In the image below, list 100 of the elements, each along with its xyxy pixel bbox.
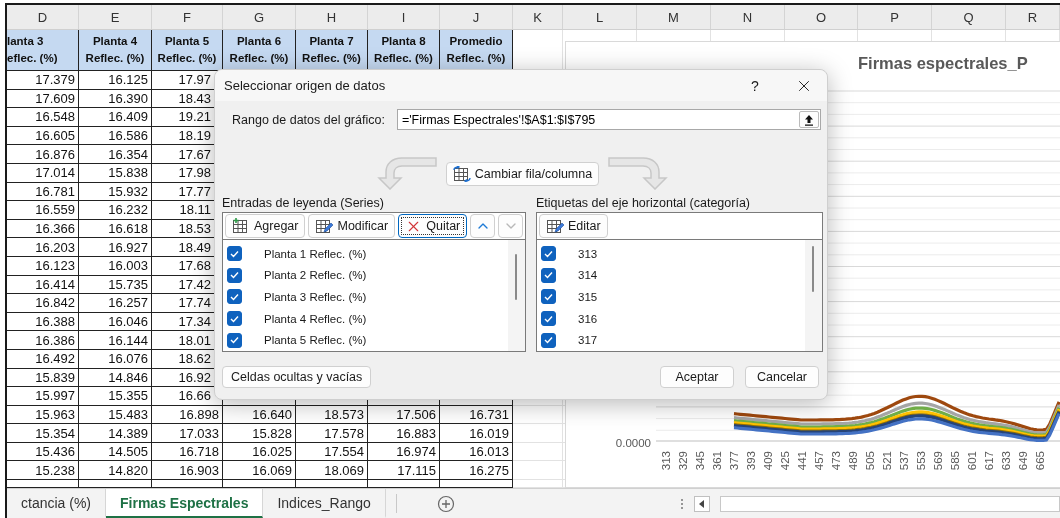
table-cell: 17.506 xyxy=(368,405,440,425)
column-header[interactable]: R xyxy=(1006,5,1060,29)
column-header[interactable]: F xyxy=(152,5,223,29)
horizontal-scrollbar[interactable] xyxy=(720,495,1060,512)
column-header[interactable]: O xyxy=(785,5,858,29)
empty-cell xyxy=(513,424,563,443)
checkbox[interactable] xyxy=(227,289,242,305)
checkbox[interactable] xyxy=(541,332,556,348)
empty-cell xyxy=(513,405,563,425)
list-item-label[interactable]: 317 xyxy=(578,334,598,347)
table-cell: 16.275 xyxy=(440,461,513,481)
range-field[interactable]: ='Firmas Espectrales'!$A$1:$I$795 xyxy=(396,109,821,130)
header-text: lanta 3 xyxy=(7,34,44,49)
hidden-cells-button[interactable]: Celdas ocultas y vacías xyxy=(222,366,372,388)
toolbar-button[interactable]: Modificar xyxy=(308,214,396,238)
table-cell: 16.123 xyxy=(7,256,79,276)
header-text: Promedio xyxy=(449,34,503,49)
toolbar-button[interactable]: Agregar xyxy=(225,214,306,238)
checkbox[interactable] xyxy=(541,267,556,283)
table-cell: 15.839 xyxy=(7,368,79,388)
sheet-tab[interactable]: Firmas Espectrales xyxy=(106,489,264,518)
table-cell: 16.203 xyxy=(7,238,79,257)
column-header[interactable]: L xyxy=(563,5,637,29)
grip-icon[interactable] xyxy=(680,497,684,510)
table-cell: 15.838 xyxy=(79,163,152,183)
axis-label: 409 xyxy=(762,451,774,471)
scrollbar[interactable] xyxy=(508,240,525,351)
column-header[interactable]: E xyxy=(79,5,152,29)
scrollbar[interactable] xyxy=(805,240,822,351)
checkmark-icon xyxy=(230,336,239,345)
table-cell: 16.883 xyxy=(368,424,440,443)
list-item-label[interactable]: 315 xyxy=(578,291,598,303)
ok-button[interactable]: Aceptar xyxy=(660,366,734,388)
column-header[interactable]: I xyxy=(368,5,440,29)
column-header[interactable]: D xyxy=(7,5,79,29)
list-item-label[interactable]: Planta 4 Reflec. (%) xyxy=(264,312,367,325)
header-text: Planta 5 xyxy=(164,34,210,49)
table-cell: 16.640 xyxy=(223,405,296,425)
table-cell: 16.876 xyxy=(7,145,79,164)
column-header[interactable]: Q xyxy=(932,5,1006,29)
column-header[interactable]: P xyxy=(858,5,932,29)
table-cell: 14.846 xyxy=(79,368,152,388)
table-cell: 17.033 xyxy=(152,424,223,443)
list-item-label[interactable]: 316 xyxy=(578,312,598,325)
table-cell: 16.046 xyxy=(79,312,152,332)
table-cell: 17.115 xyxy=(368,461,440,481)
axis-label: 329 xyxy=(677,451,689,471)
table-cell: 16.354 xyxy=(79,145,152,164)
table-cell: 16.076 xyxy=(79,349,152,369)
list-item-label[interactable]: 313 xyxy=(578,247,598,260)
cancel-button[interactable]: Cancelar xyxy=(745,366,819,388)
axis-label: 537 xyxy=(898,451,910,471)
checkmark-icon xyxy=(230,249,239,258)
axis-label: 633 xyxy=(1000,451,1012,471)
checkbox[interactable] xyxy=(227,311,242,327)
column-header[interactable]: N xyxy=(711,5,785,29)
checkbox[interactable] xyxy=(541,289,556,305)
list-item-label[interactable]: 314 xyxy=(578,269,598,282)
checkmark-icon xyxy=(544,293,553,301)
axis-label: 441 xyxy=(796,451,808,471)
table-cell: 17.014 xyxy=(7,163,79,183)
list-item-label[interactable]: Planta 2 Reflec. (%) xyxy=(264,269,367,282)
column-header[interactable]: H xyxy=(296,5,368,29)
table-cell: 16.390 xyxy=(79,89,152,109)
header-text: Reflec. (%) xyxy=(302,51,361,66)
table-cell: 16.025 xyxy=(223,442,296,462)
panel-title: Etiquetas del eje horizontal (categoría) xyxy=(536,196,751,210)
toolbar-button[interactable]: Editar xyxy=(539,214,608,238)
column-header[interactable]: G xyxy=(223,5,296,29)
table-cell: 16.125 xyxy=(79,71,152,90)
checkbox[interactable] xyxy=(227,246,242,262)
column-header[interactable]: J xyxy=(440,5,513,29)
table-cell: 16.013 xyxy=(440,442,513,462)
axis-label: 457 xyxy=(813,451,825,471)
checkbox[interactable] xyxy=(541,311,556,327)
list-item-label[interactable]: Planta 1 Reflec. (%) xyxy=(264,247,367,260)
list-item-label[interactable]: Planta 5 Reflec. (%) xyxy=(264,334,367,347)
toolbar-button[interactable]: Quitar xyxy=(398,214,468,238)
table-cell: 16.731 xyxy=(440,405,513,425)
column-header[interactable]: K xyxy=(513,5,563,29)
checkbox[interactable] xyxy=(227,267,242,283)
curved-arrow-icon xyxy=(607,156,670,190)
switch-row-column-button[interactable]: Cambiar fila/columna xyxy=(445,162,600,186)
table-cell: 18.573 xyxy=(296,405,368,425)
table-cell: 16.019 xyxy=(440,424,513,443)
checkbox[interactable] xyxy=(227,332,242,348)
checkbox[interactable] xyxy=(541,246,556,262)
sheet-tab[interactable]: Indices_Rango xyxy=(263,489,386,518)
add-sheet-icon[interactable] xyxy=(436,494,455,513)
axis-label: 569 xyxy=(932,451,944,471)
table-cell: 15.483 xyxy=(79,405,152,425)
add-table-icon xyxy=(232,218,250,234)
axis-label: 649 xyxy=(1017,451,1029,471)
axis-label: 313 xyxy=(660,451,672,471)
scroll-left-button[interactable] xyxy=(694,495,710,512)
edit-table-icon xyxy=(315,218,334,234)
header-text: Reflec. (%) xyxy=(446,51,506,66)
column-header[interactable]: M xyxy=(637,5,711,29)
help-button[interactable]: ? xyxy=(745,77,765,94)
list-item-label[interactable]: Planta 3 Reflec. (%) xyxy=(264,291,367,303)
